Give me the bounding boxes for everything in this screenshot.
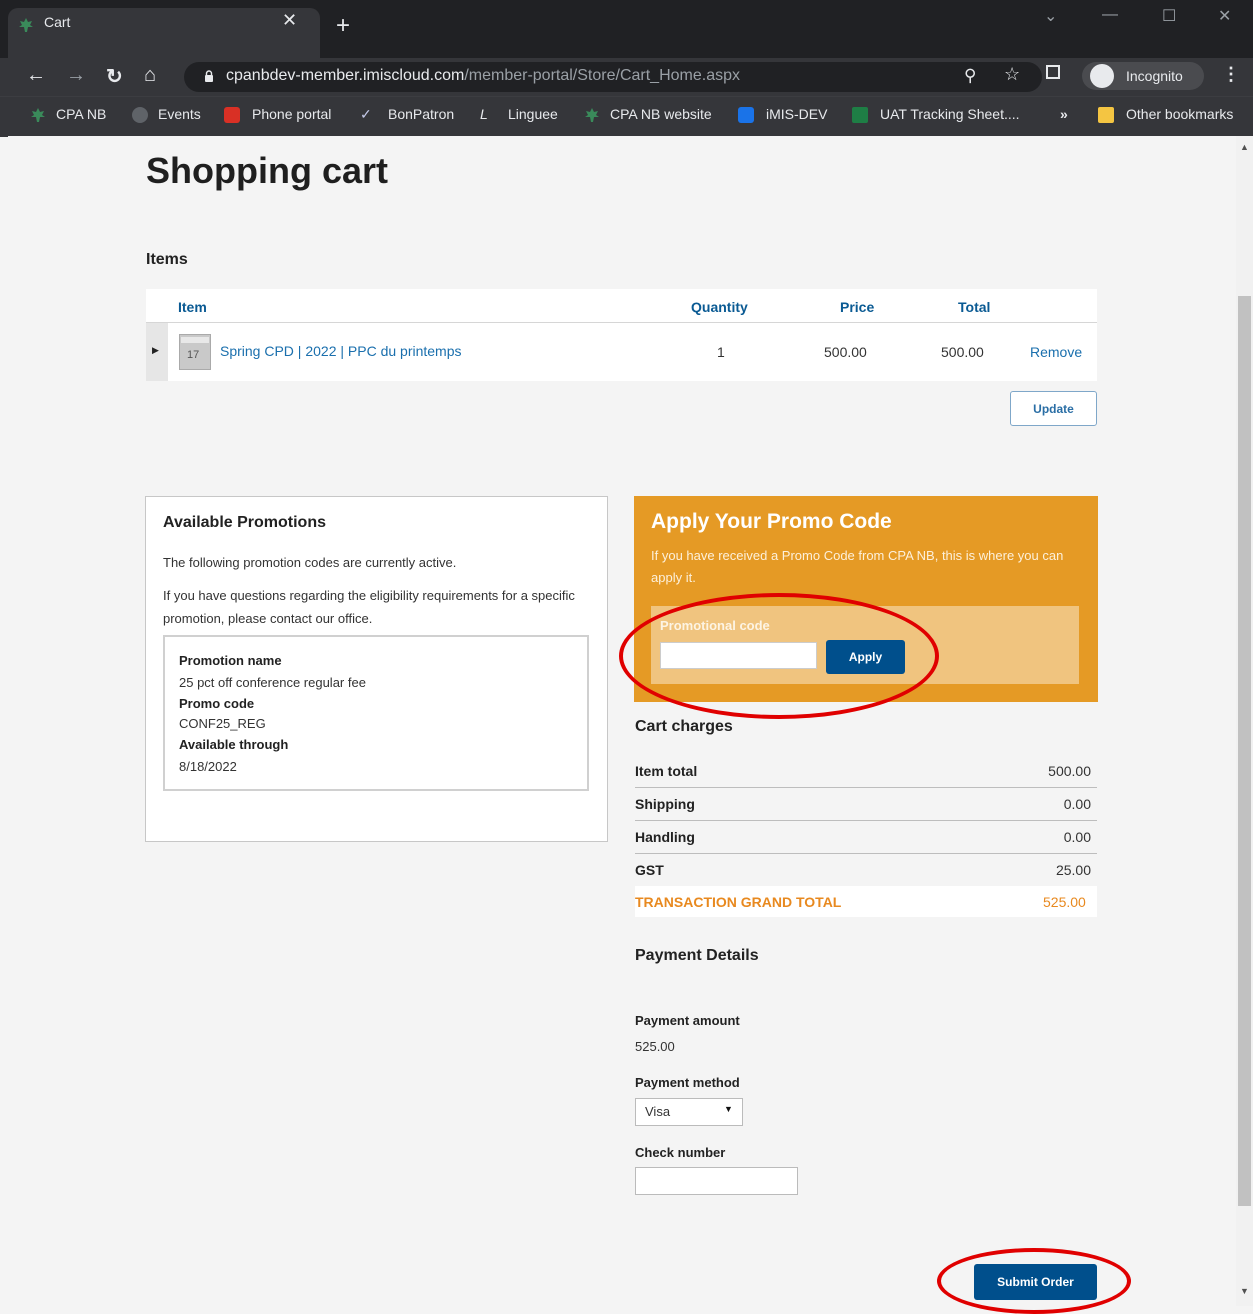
folder-icon bbox=[1098, 107, 1114, 123]
col-quantity: Quantity bbox=[691, 299, 748, 315]
charge-row-handling: Handling 0.00 bbox=[635, 821, 1097, 854]
charge-value: 25.00 bbox=[1055, 862, 1091, 878]
maple-leaf-icon bbox=[19, 18, 33, 32]
cart-item-name-link[interactable]: Spring CPD | 2022 | PPC du printemps bbox=[220, 343, 462, 359]
bookmark-imis-dev[interactable]: iMIS-DEV bbox=[766, 106, 827, 122]
promo-code-description: If you have received a Promo Code from C… bbox=[651, 548, 1064, 585]
charge-label: GST bbox=[635, 862, 664, 878]
maple-leaf-icon bbox=[31, 108, 45, 122]
check-number-input[interactable] bbox=[635, 1167, 798, 1195]
bookmark-bonpatron[interactable]: BonPatron bbox=[388, 106, 454, 122]
payment-amount-label: Payment amount bbox=[635, 1013, 740, 1028]
annotation-circle-promo bbox=[619, 593, 939, 719]
more-bookmarks-icon[interactable]: » bbox=[1060, 106, 1068, 122]
charge-value: 0.00 bbox=[1063, 796, 1091, 812]
grand-total-label: TRANSACTION GRAND TOTAL bbox=[635, 894, 842, 910]
charge-row-gst: GST 25.00 bbox=[635, 854, 1097, 886]
side-panel-icon[interactable] bbox=[1046, 65, 1060, 79]
page-title: Shopping cart bbox=[146, 150, 388, 191]
cart-table bbox=[146, 289, 1097, 381]
calendar-icon-header bbox=[181, 337, 209, 343]
forward-icon[interactable]: → bbox=[66, 64, 86, 87]
url-text: cpanbdev-member.imiscloud.com/member-por… bbox=[226, 67, 740, 85]
bookmark-uat-tracking[interactable]: UAT Tracking Sheet.... bbox=[880, 106, 1020, 122]
cart-item-quantity: 1 bbox=[717, 344, 725, 360]
maple-leaf-icon bbox=[585, 108, 599, 122]
scroll-up-icon[interactable]: ▲ bbox=[1240, 142, 1249, 152]
calendar-icon-day: 17 bbox=[187, 349, 200, 361]
col-item: Item bbox=[178, 299, 207, 315]
imis-icon bbox=[738, 107, 754, 123]
excel-icon bbox=[852, 107, 868, 123]
reload-icon[interactable]: ↻ bbox=[106, 64, 123, 89]
minimize-icon[interactable]: — bbox=[1102, 6, 1118, 24]
promotions-heading: Available Promotions bbox=[163, 514, 326, 531]
promotions-intro-2: If you have questions regarding the elig… bbox=[163, 588, 575, 626]
lock-icon bbox=[205, 70, 213, 82]
charge-label: Handling bbox=[635, 829, 695, 845]
star-icon[interactable]: ☆ bbox=[1004, 64, 1020, 85]
table-divider bbox=[146, 322, 1097, 323]
charge-row-item-total: Item total 500.00 bbox=[635, 755, 1097, 788]
promo-code-heading: Apply Your Promo Code bbox=[651, 510, 892, 533]
cart-charges-heading: Cart charges bbox=[635, 718, 733, 735]
check-badge-icon: ✓ bbox=[360, 106, 372, 122]
window-close-icon[interactable]: ✕ bbox=[1218, 6, 1231, 26]
bookmark-events[interactable]: Events bbox=[158, 106, 201, 122]
update-button[interactable]: Update bbox=[1010, 391, 1097, 426]
charge-value: 0.00 bbox=[1063, 829, 1091, 845]
col-price: Price bbox=[840, 299, 875, 315]
linguee-icon: L bbox=[480, 106, 488, 122]
available-through-value: 8/18/2022 bbox=[179, 759, 237, 774]
promotion-name-label: Promotion name bbox=[179, 653, 282, 668]
bookmark-cpa-nb[interactable]: CPA NB bbox=[56, 106, 106, 122]
url-path: /member-portal/Store/Cart_Home.aspx bbox=[464, 67, 740, 84]
home-icon[interactable]: ⌂ bbox=[144, 64, 156, 87]
charge-label: Shipping bbox=[635, 796, 695, 812]
payment-method-label: Payment method bbox=[635, 1075, 740, 1090]
globe-icon bbox=[132, 107, 148, 123]
promo-code-value: CONF25_REG bbox=[179, 716, 266, 731]
promotion-name-value: 25 pct off conference regular fee bbox=[179, 675, 366, 690]
expand-row-icon[interactable]: ▶ bbox=[152, 345, 159, 356]
available-through-label: Available through bbox=[179, 737, 289, 752]
bookmark-phone-portal[interactable]: Phone portal bbox=[252, 106, 331, 122]
tab-title: Cart bbox=[44, 14, 71, 30]
back-icon[interactable]: ← bbox=[26, 64, 46, 87]
menu-icon[interactable]: ⋮ bbox=[1222, 64, 1240, 85]
grand-total-value: 525.00 bbox=[1043, 894, 1086, 910]
payment-method-value: Visa bbox=[645, 1104, 671, 1119]
tab-search-icon[interactable]: ⌄ bbox=[1044, 6, 1057, 26]
bookmark-linguee[interactable]: Linguee bbox=[508, 106, 558, 122]
incognito-icon bbox=[1090, 64, 1114, 88]
col-total: Total bbox=[958, 299, 991, 315]
charge-row-shipping: Shipping 0.00 bbox=[635, 788, 1097, 821]
new-tab-icon[interactable]: + bbox=[336, 14, 350, 38]
maximize-icon[interactable]: ☐ bbox=[1162, 6, 1176, 26]
zoom-icon[interactable]: ⚲ bbox=[964, 66, 976, 86]
charge-label: Item total bbox=[635, 763, 698, 779]
bookmark-cpa-nb-website[interactable]: CPA NB website bbox=[610, 106, 712, 122]
items-heading: Items bbox=[146, 251, 188, 268]
payment-details-heading: Payment Details bbox=[635, 947, 759, 964]
remove-item-link[interactable]: Remove bbox=[1030, 344, 1082, 360]
chevron-down-icon: ▼ bbox=[724, 1104, 733, 1114]
scrollbar-thumb[interactable] bbox=[1238, 296, 1251, 1206]
incognito-label: Incognito bbox=[1126, 68, 1183, 84]
annotation-circle-submit bbox=[937, 1248, 1131, 1314]
promotions-intro-1: The following promotion codes are curren… bbox=[163, 555, 457, 570]
cart-item-price: 500.00 bbox=[824, 344, 867, 360]
url-host: cpanbdev-member.imiscloud.com bbox=[226, 67, 465, 84]
charge-value: 500.00 bbox=[1048, 763, 1091, 779]
bookmark-other[interactable]: Other bookmarks bbox=[1126, 106, 1233, 122]
promo-code-label: Promo code bbox=[179, 696, 255, 711]
phone-icon bbox=[224, 107, 240, 123]
cart-item-total: 500.00 bbox=[941, 344, 984, 360]
scroll-down-icon[interactable]: ▼ bbox=[1240, 1286, 1249, 1296]
check-number-label: Check number bbox=[635, 1145, 726, 1160]
close-tab-icon[interactable]: ✕ bbox=[282, 10, 297, 31]
payment-amount-value: 525.00 bbox=[635, 1039, 675, 1054]
